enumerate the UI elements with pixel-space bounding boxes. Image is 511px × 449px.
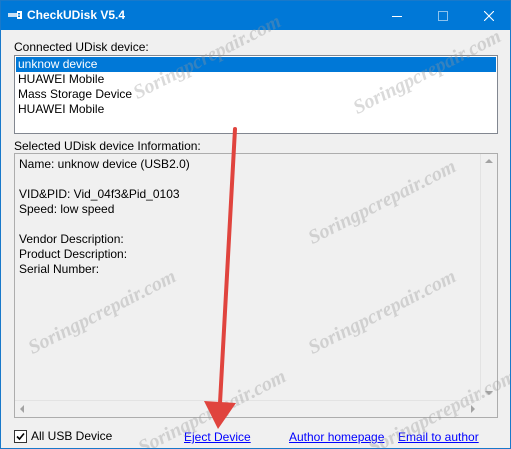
all-usb-label[interactable]: All USB Device (31, 429, 112, 443)
info-line-serial: Serial Number: (19, 262, 100, 276)
usb-icon (7, 8, 23, 22)
author-homepage-link[interactable]: Author homepage (289, 430, 384, 444)
info-line-vendor: Vendor Description: (19, 232, 124, 246)
scroll-right-icon[interactable] (471, 405, 475, 413)
connected-devices-label: Connected UDisk device: (14, 40, 149, 54)
device-info-label: Selected UDisk device Information: (14, 139, 201, 153)
all-usb-checkbox[interactable] (14, 430, 27, 443)
eject-device-link[interactable]: Eject Device (184, 430, 251, 444)
maximize-icon (438, 10, 448, 21)
scrollbar-corner (480, 400, 497, 417)
minimize-icon (392, 15, 402, 17)
scroll-down-icon[interactable] (485, 391, 493, 395)
info-line-vid-pid: VID&PID: Vid_04f3&Pid_0103 (19, 187, 180, 201)
close-icon (484, 10, 494, 21)
app-window: CheckUDisk V5.4 Connected UDisk device: … (0, 0, 511, 449)
minimize-button[interactable] (374, 1, 420, 30)
info-line-speed: Speed: low speed (19, 202, 115, 216)
device-list-item[interactable]: HUAWEI Mobile (16, 72, 496, 87)
horizontal-scrollbar[interactable] (15, 400, 480, 417)
checkmark-icon (16, 432, 25, 441)
close-button[interactable] (466, 1, 510, 30)
connected-devices-list[interactable]: unknow device HUAWEI Mobile Mass Storage… (14, 55, 498, 134)
device-list-item[interactable]: HUAWEI Mobile (16, 102, 496, 117)
info-line-product: Product Description: (19, 247, 128, 261)
email-author-link[interactable]: Email to author (398, 430, 479, 444)
maximize-button[interactable] (420, 1, 466, 30)
device-info-box[interactable]: Name: unknow device (USB2.0) VID&PID: Vi… (14, 153, 498, 418)
device-list-item[interactable]: unknow device (16, 57, 496, 72)
scroll-left-icon[interactable] (20, 405, 24, 413)
window-title: CheckUDisk V5.4 (27, 8, 126, 22)
device-list-item[interactable]: Mass Storage Device (16, 87, 496, 102)
title-bar[interactable]: CheckUDisk V5.4 (1, 1, 510, 30)
scroll-up-icon[interactable] (485, 159, 493, 163)
vertical-scrollbar[interactable] (480, 154, 497, 400)
info-line-name: Name: unknow device (USB2.0) (19, 157, 190, 171)
